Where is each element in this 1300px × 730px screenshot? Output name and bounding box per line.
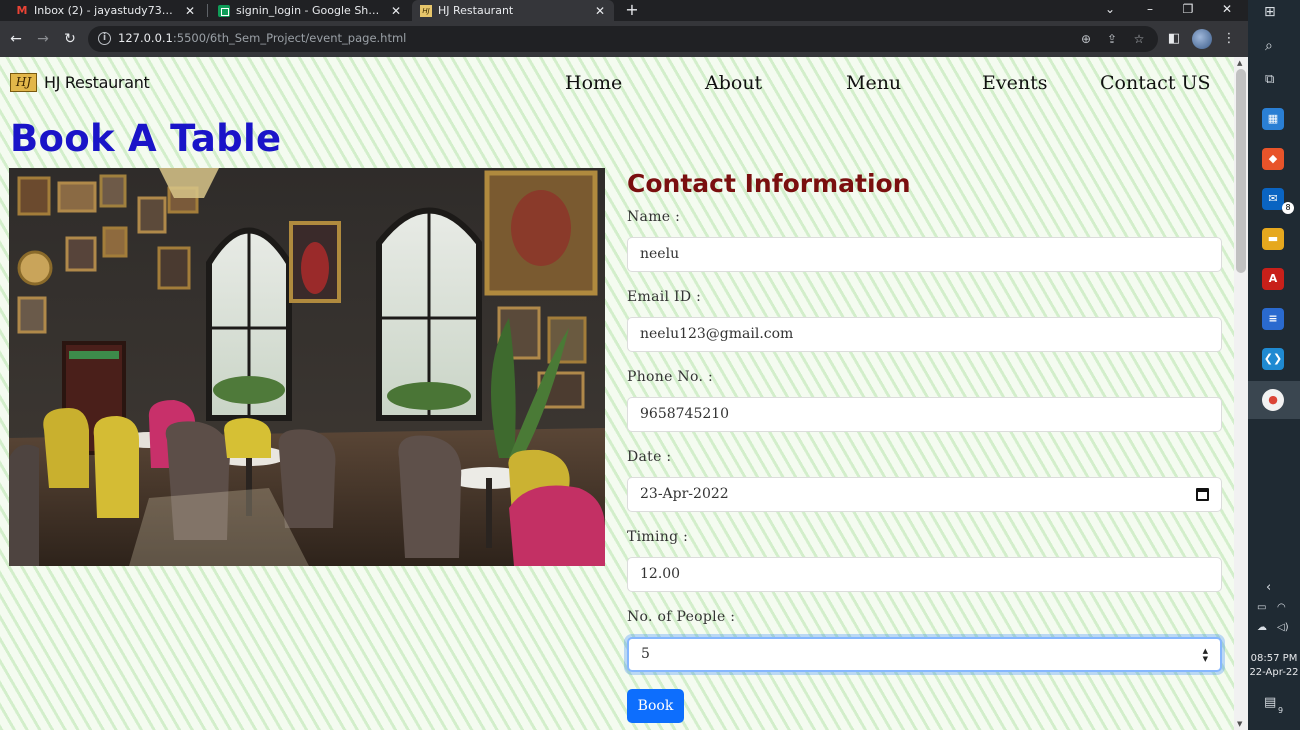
mail-icon[interactable]: ✉ bbox=[1262, 188, 1284, 210]
task-view-icon[interactable]: ⧉ bbox=[1265, 72, 1274, 87]
form-title: Contact Information bbox=[627, 169, 911, 198]
name-input[interactable]: neelu bbox=[627, 237, 1222, 272]
nav-events[interactable]: Events bbox=[982, 72, 1047, 94]
site-logo[interactable]: HJ HJ Restaurant bbox=[10, 73, 150, 92]
url-host: 127.0.0.1 bbox=[118, 31, 173, 45]
onedrive-cloud-icon[interactable]: ☁ bbox=[1257, 622, 1267, 633]
email-input[interactable]: neelu123@gmail.com bbox=[627, 317, 1222, 352]
tab-gmail[interactable]: M Inbox (2) - jayastudy7337@gmai ✕ bbox=[8, 0, 204, 21]
minimize-icon[interactable]: – bbox=[1140, 0, 1160, 21]
acrobat-icon[interactable]: A bbox=[1262, 268, 1284, 290]
date-input[interactable]: 23-Apr-2022 bbox=[627, 477, 1222, 512]
phone-label: Phone No. : bbox=[627, 369, 713, 385]
page-scrollbar[interactable]: ▲ ▼ bbox=[1234, 57, 1248, 730]
windows-taskbar: ⊞ ⌕ ⧉ ▦ ◆ ✉ 8 ▬ A ≡ ❮❯ ● ‹ ▭ ◠ ☁ ◁) 08:5… bbox=[1248, 0, 1300, 730]
scroll-down-arrow-icon[interactable]: ▼ bbox=[1237, 720, 1242, 728]
menu-kebab-icon[interactable]: ⋮ bbox=[1220, 30, 1238, 48]
battery-icon[interactable]: ▭ bbox=[1257, 602, 1266, 613]
email-value: neelu123@gmail.com bbox=[640, 326, 794, 342]
phone-value: 9658745210 bbox=[640, 406, 730, 422]
number-stepper[interactable]: ▲ ▼ bbox=[1203, 647, 1208, 663]
zoom-icon[interactable]: ⊕ bbox=[1078, 31, 1094, 47]
people-label: No. of People : bbox=[627, 609, 736, 625]
back-icon[interactable]: ← bbox=[7, 30, 25, 48]
tab-title: signin_login - Google Sheets bbox=[236, 4, 384, 17]
logo-text: HJ Restaurant bbox=[44, 73, 150, 92]
close-icon[interactable]: ✕ bbox=[390, 4, 402, 18]
file-explorer-icon[interactable]: ▬ bbox=[1262, 228, 1284, 250]
close-icon[interactable]: ✕ bbox=[184, 4, 196, 18]
tab-search-chevron-icon[interactable]: ⌄ bbox=[1100, 0, 1120, 21]
nav-about[interactable]: About bbox=[705, 72, 762, 94]
timing-input[interactable]: 12.00 bbox=[627, 557, 1222, 592]
date-label: Date : bbox=[627, 449, 672, 465]
page-title: Book A Table bbox=[10, 117, 282, 160]
scroll-thumb[interactable] bbox=[1236, 69, 1246, 273]
close-icon[interactable]: ✕ bbox=[594, 4, 606, 18]
windows-start-icon[interactable]: ⊞ bbox=[1264, 4, 1276, 20]
url-path: :5500/6th_Sem_Project/event_page.html bbox=[172, 31, 407, 45]
notification-count: 9 bbox=[1278, 706, 1284, 715]
gmail-icon: M bbox=[16, 3, 28, 17]
brave-icon[interactable]: ◆ bbox=[1262, 148, 1284, 170]
notifications-icon[interactable]: ▤ bbox=[1264, 695, 1276, 710]
search-icon[interactable]: ⌕ bbox=[1265, 38, 1273, 54]
bookmark-star-icon[interactable]: ☆ bbox=[1131, 31, 1147, 47]
timing-value: 12.00 bbox=[640, 566, 681, 582]
people-value: 5 bbox=[641, 646, 650, 662]
phone-input[interactable]: 9658745210 bbox=[627, 397, 1222, 432]
tab-title: Inbox (2) - jayastudy7337@gmai bbox=[34, 4, 178, 17]
name-value: neelu bbox=[640, 246, 680, 262]
hj-logo-icon: HJ bbox=[420, 4, 432, 17]
volume-icon[interactable]: ◁) bbox=[1277, 622, 1289, 633]
people-input[interactable]: 5 ▲ ▼ bbox=[627, 637, 1222, 672]
mail-badge: 8 bbox=[1282, 202, 1294, 214]
forward-icon[interactable]: → bbox=[34, 30, 52, 48]
name-label: Name : bbox=[627, 209, 681, 225]
browser-toolbar: ← → ↻ i 127.0.0.1:5500/6th_Sem_Project/e… bbox=[0, 21, 1248, 57]
clock-time: 08:57 PM bbox=[1250, 653, 1298, 664]
sheets-icon bbox=[218, 4, 230, 17]
date-value: 23-Apr-2022 bbox=[640, 486, 729, 502]
reload-icon[interactable]: ↻ bbox=[61, 30, 79, 48]
chevron-left-icon[interactable]: ‹ bbox=[1266, 580, 1271, 595]
tab-hj-restaurant[interactable]: HJ HJ Restaurant ✕ bbox=[412, 0, 614, 21]
store-icon[interactable]: ▦ bbox=[1262, 108, 1284, 130]
tab-strip: M Inbox (2) - jayastudy7337@gmai ✕ signi… bbox=[0, 0, 1248, 21]
restaurant-interior-image bbox=[9, 168, 605, 566]
restaurant-interior-illustration bbox=[9, 168, 605, 566]
nav-home[interactable]: Home bbox=[565, 72, 622, 94]
profile-avatar[interactable] bbox=[1192, 29, 1212, 49]
nav-contact-us[interactable]: Contact US bbox=[1100, 72, 1211, 94]
address-bar[interactable]: i 127.0.0.1:5500/6th_Sem_Project/event_p… bbox=[88, 26, 1158, 52]
share-icon[interactable]: ⇪ bbox=[1104, 31, 1120, 47]
nav-menu[interactable]: Menu bbox=[846, 72, 901, 94]
stepper-up-icon[interactable]: ▲ bbox=[1203, 647, 1208, 655]
email-label: Email ID : bbox=[627, 289, 702, 305]
scroll-up-arrow-icon[interactable]: ▲ bbox=[1237, 59, 1242, 67]
book-button[interactable]: Book bbox=[627, 689, 684, 723]
logo-badge: HJ bbox=[10, 73, 37, 92]
new-tab-button[interactable]: + bbox=[624, 0, 640, 21]
side-panel-icon[interactable]: ◧ bbox=[1165, 30, 1183, 48]
window-close-icon[interactable]: ✕ bbox=[1217, 0, 1237, 21]
clock-date: 22-Apr-22 bbox=[1249, 667, 1299, 678]
page-viewport: HJ HJ Restaurant Home About Menu Events … bbox=[0, 57, 1234, 730]
tab-divider bbox=[207, 4, 208, 17]
calendar-icon[interactable] bbox=[1196, 488, 1209, 501]
vscode-icon[interactable]: ❮❯ bbox=[1262, 348, 1284, 370]
stepper-down-icon[interactable]: ▼ bbox=[1203, 655, 1208, 663]
tab-title: HJ Restaurant bbox=[438, 4, 514, 17]
taskbar-clock[interactable]: 08:57 PM 22-Apr-22 bbox=[1248, 652, 1300, 680]
chrome-icon[interactable]: ● bbox=[1262, 389, 1284, 411]
url-text[interactable]: 127.0.0.1:5500/6th_Sem_Project/event_pag… bbox=[118, 31, 406, 45]
restore-icon[interactable]: ❐ bbox=[1178, 0, 1198, 21]
tab-sheets[interactable]: signin_login - Google Sheets ✕ bbox=[210, 0, 410, 21]
site-info-icon[interactable]: i bbox=[98, 32, 111, 45]
docs-icon[interactable]: ≡ bbox=[1262, 308, 1284, 330]
wifi-icon[interactable]: ◠ bbox=[1277, 602, 1286, 613]
timing-label: Timing : bbox=[627, 529, 689, 545]
